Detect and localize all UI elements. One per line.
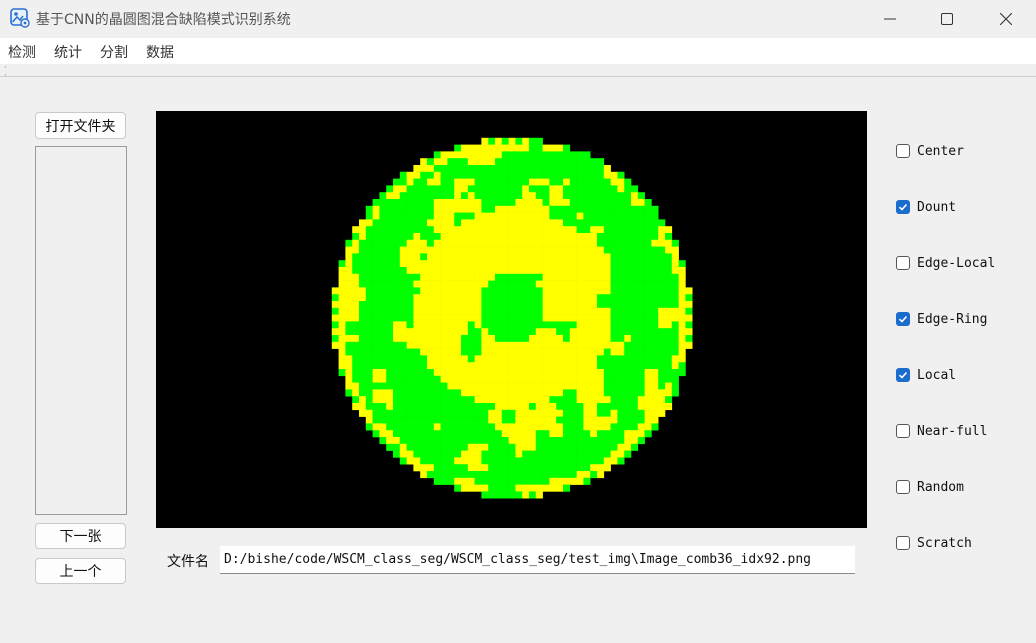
- app-icon: [10, 8, 30, 28]
- checkbox-label: Center: [917, 143, 964, 159]
- close-icon: [1000, 13, 1012, 25]
- checkmark-icon: [898, 203, 908, 211]
- menu-segment[interactable]: 分割: [100, 42, 128, 62]
- checkbox-box[interactable]: [896, 536, 910, 550]
- checkbox-label: Near-full: [917, 423, 988, 439]
- checkbox-random[interactable]: Random: [896, 477, 964, 497]
- checkbox-dount[interactable]: Dount: [896, 197, 956, 217]
- checkbox-near-full[interactable]: Near-full: [896, 421, 987, 441]
- minimize-button[interactable]: [861, 0, 919, 38]
- checkbox-box[interactable]: [896, 424, 910, 438]
- checkbox-edge-local[interactable]: Edge-Local: [896, 253, 995, 273]
- minimize-icon: [884, 18, 896, 20]
- menu-detect[interactable]: 检测: [8, 42, 36, 62]
- menu-statistics[interactable]: 统计: [54, 42, 82, 62]
- checkbox-box[interactable]: [896, 200, 910, 214]
- title-bar: 基于CNN的晶圆图混合缺陷模式识别系统: [0, 0, 1036, 38]
- checkbox-box[interactable]: [896, 368, 910, 382]
- toolbar-divider: [0, 76, 1036, 77]
- wafer-map-image: [331, 137, 693, 499]
- checkmark-icon: [898, 371, 908, 379]
- window-title: 基于CNN的晶圆图混合缺陷模式识别系统: [36, 12, 291, 28]
- checkbox-box[interactable]: [896, 144, 910, 158]
- file-list[interactable]: [35, 146, 127, 515]
- menu-data[interactable]: 数据: [146, 42, 174, 62]
- maximize-button[interactable]: [918, 0, 976, 38]
- menu-bar: 检测 统计 分割 数据: [0, 38, 1036, 64]
- close-button[interactable]: [977, 0, 1035, 38]
- checkbox-center[interactable]: Center: [896, 141, 964, 161]
- checkbox-label: Random: [917, 479, 964, 495]
- prev-button[interactable]: 上一个: [35, 558, 126, 584]
- checkbox-label: Edge-Local: [917, 255, 996, 271]
- toolbar-grip[interactable]: ··: [4, 64, 7, 81]
- checkbox-label: Dount: [917, 199, 957, 215]
- checkbox-label: Scratch: [917, 535, 972, 551]
- file-name-label: 文件名: [167, 554, 209, 570]
- checkmark-icon: [898, 315, 908, 323]
- checkbox-box[interactable]: [896, 480, 910, 494]
- wafer-map-display: [156, 111, 867, 528]
- checkbox-local[interactable]: Local: [896, 365, 956, 385]
- maximize-icon: [941, 13, 953, 25]
- checkbox-box[interactable]: [896, 312, 910, 326]
- checkbox-label: Edge-Ring: [917, 311, 988, 327]
- checkbox-box[interactable]: [896, 256, 910, 270]
- checkbox-scratch[interactable]: Scratch: [896, 533, 972, 553]
- checkbox-label: Local: [917, 367, 957, 383]
- open-folder-button[interactable]: 打开文件夹: [35, 112, 126, 139]
- next-button[interactable]: 下一张: [35, 523, 126, 549]
- file-name-field[interactable]: [220, 546, 855, 574]
- checkbox-edge-ring[interactable]: Edge-Ring: [896, 309, 987, 329]
